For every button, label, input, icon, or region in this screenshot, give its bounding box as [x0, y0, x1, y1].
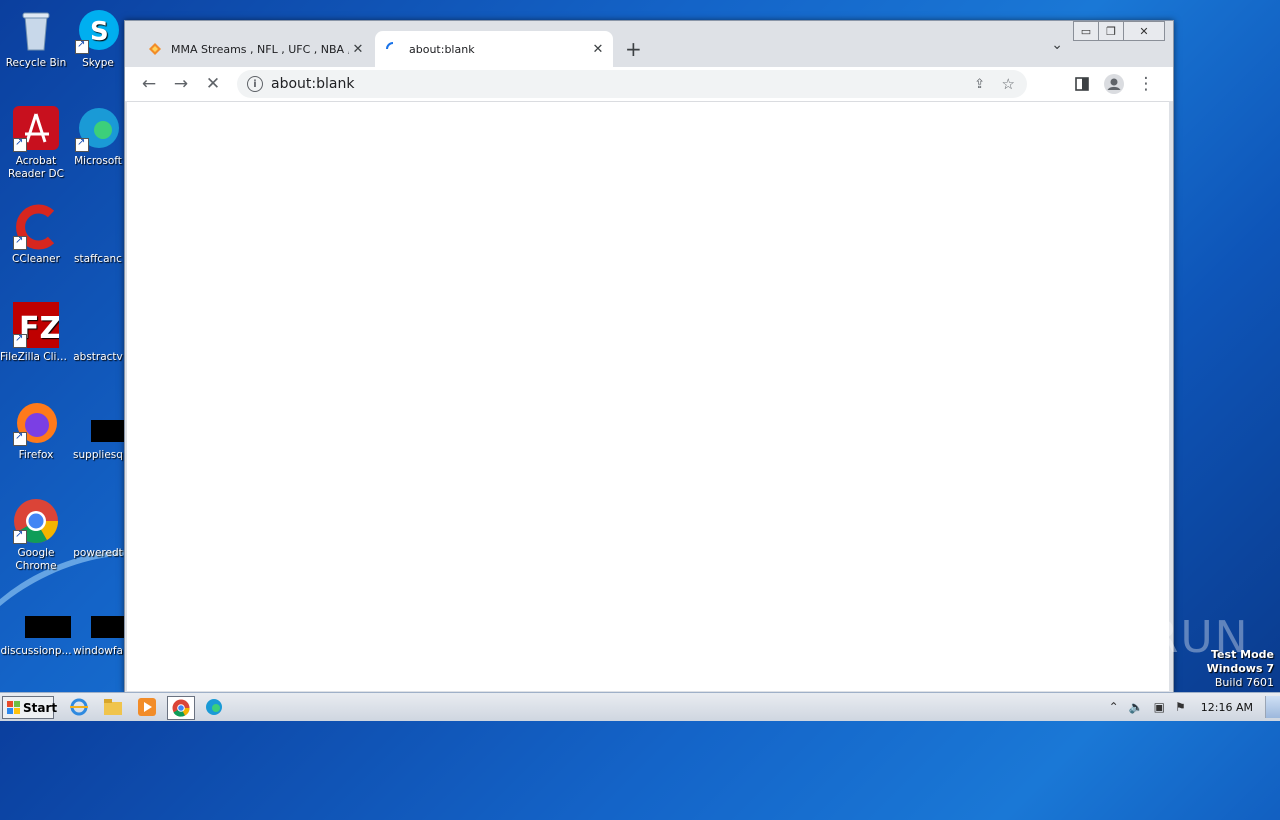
site-info-icon[interactable]: i — [247, 76, 263, 92]
filezilla-icon: FZ — [13, 302, 61, 348]
desktop-icon-label: CCleaner — [12, 253, 60, 265]
file-icon — [75, 302, 121, 348]
test-mode-notice: Test Mode Windows 7 Build 7601 — [1207, 648, 1274, 690]
tab-mma-streams[interactable]: MMA Streams , NFL , UFC , NBA , Bo ✕ — [137, 31, 373, 67]
taskbar: Start ⌃ 🔈 ▣ ⚑ 12:16 AM — [0, 692, 1280, 721]
desktop-icon-chrome[interactable]: Google Chrome — [0, 498, 72, 573]
tab-strip: MMA Streams , NFL , UFC , NBA , Bo ✕ abo… — [125, 31, 1173, 67]
file-icon — [75, 204, 121, 250]
shortcut-arrow-icon — [13, 136, 27, 152]
desktop-icon-label: abstractv — [73, 351, 123, 363]
loading-spinner-icon — [385, 41, 401, 57]
desktop-icon-skype[interactable]: S Skype — [72, 8, 124, 70]
address-text: about:blank — [271, 76, 355, 92]
shortcut-arrow-icon — [13, 234, 27, 250]
chrome-icon — [13, 498, 59, 544]
tab-title: about:blank — [409, 42, 475, 56]
tab-about-blank[interactable]: about:blank ✕ — [375, 31, 613, 67]
desktop-icon-label: Google Chrome — [15, 547, 57, 572]
desktop-icon-file[interactable]: windowfa — [72, 596, 127, 658]
page-content — [127, 101, 1169, 691]
start-label: Start — [23, 700, 58, 715]
shortcut-arrow-icon — [75, 38, 89, 54]
test-mode-line: Build 7601 — [1214, 676, 1274, 689]
show-hidden-icons-icon[interactable]: ⌃ — [1109, 700, 1119, 714]
skype-icon: S — [75, 8, 121, 54]
back-arrow-icon[interactable]: ← — [138, 73, 160, 95]
tab-title: MMA Streams , NFL , UFC , NBA , Bo — [171, 42, 349, 56]
desktop-icon-file[interactable]: suppliesq — [72, 400, 127, 462]
firefox-icon — [13, 400, 59, 446]
desktop-icon-label: Skype — [82, 57, 114, 69]
desktop-icon-file[interactable]: discussionp... — [0, 596, 72, 658]
windows-logo-icon — [7, 701, 20, 714]
tab-close-icon[interactable]: ✕ — [349, 42, 367, 57]
taskbar-ie-icon[interactable] — [66, 696, 92, 718]
desktop-icon-label: suppliesq — [73, 449, 123, 461]
desktop-icon-label: Acrobat Reader DC — [8, 155, 64, 180]
clock[interactable]: 12:16 AM — [1201, 701, 1253, 714]
share-icon[interactable]: ⇪ — [974, 77, 985, 92]
desktop-icon-label: Microsoft — [74, 155, 122, 167]
shortcut-arrow-icon — [75, 136, 89, 152]
desktop-icon-file[interactable]: staffcanc — [72, 204, 124, 266]
chrome-window: ▭ ❐ ✕ MMA Streams , NFL , UFC , NBA , Bo… — [124, 20, 1174, 693]
test-mode-line: Test Mode — [1211, 648, 1274, 661]
tab-close-icon[interactable]: ✕ — [589, 42, 607, 57]
show-desktop-button[interactable] — [1265, 696, 1280, 718]
desktop-icon-recycle-bin[interactable]: Recycle Bin — [0, 8, 72, 70]
file-icon — [75, 596, 127, 642]
site-favicon-icon — [147, 41, 163, 57]
desktop-icon-label: staffcanc — [74, 253, 122, 265]
file-icon — [13, 596, 71, 642]
desktop-icon-firefox[interactable]: Firefox — [0, 400, 72, 462]
edge-icon — [75, 106, 121, 152]
shortcut-arrow-icon — [13, 332, 27, 348]
desktop-icon-acrobat[interactable]: Acrobat Reader DC — [0, 106, 72, 181]
file-icon — [75, 400, 127, 446]
start-button[interactable]: Start — [2, 696, 58, 719]
desktop-icon-label: poweredt — [73, 547, 123, 559]
browser-toolbar: ← → ✕ i about:blank ☆ ⇪ ⋮ — [125, 67, 1173, 101]
side-panel-icon[interactable] — [1071, 73, 1093, 95]
desktop-icon-label: discussionp... — [0, 645, 72, 657]
desktop-icon-filezilla[interactable]: FZ FileZilla Client — [0, 302, 72, 364]
taskbar-chrome-icon[interactable] — [167, 696, 195, 720]
new-tab-plus-icon[interactable]: + — [625, 37, 642, 61]
desktop-icon-edge[interactable]: Microsoft — [72, 106, 124, 168]
taskbar-explorer-icon[interactable] — [100, 696, 126, 718]
volume-icon[interactable]: 🔈 — [1129, 700, 1144, 714]
desktop-icon-file[interactable]: abstractv — [72, 302, 124, 364]
bookmark-star-icon[interactable]: ☆ — [1002, 75, 1015, 93]
desktop-icon-file[interactable]: poweredt — [72, 498, 124, 560]
acrobat-icon — [13, 106, 59, 152]
chrome-menu-icon[interactable]: ⋮ — [1135, 73, 1157, 95]
shortcut-arrow-icon — [13, 430, 27, 446]
desktop-icon-label: FileZilla Client — [0, 351, 72, 363]
recycle-bin-icon — [13, 8, 59, 54]
action-center-flag-icon[interactable]: ⚑ — [1175, 700, 1186, 714]
desktop-icon-label: Firefox — [18, 449, 54, 461]
file-icon — [75, 498, 121, 544]
tab-search-chevron-icon[interactable]: ⌄ — [1051, 37, 1063, 53]
address-bar[interactable]: i about:blank ☆ ⇪ — [237, 70, 1027, 98]
taskbar-edge-icon[interactable] — [201, 696, 227, 718]
test-mode-line: Windows 7 — [1206, 662, 1274, 675]
forward-arrow-icon[interactable]: → — [170, 73, 192, 95]
profile-avatar-icon[interactable] — [1103, 73, 1125, 95]
network-icon[interactable]: ▣ — [1154, 700, 1165, 714]
ccleaner-icon — [13, 204, 59, 250]
stop-loading-icon[interactable]: ✕ — [202, 73, 224, 95]
taskbar-media-player-icon[interactable] — [134, 696, 160, 718]
svg-text:S: S — [90, 17, 109, 47]
desktop-icon-label: Recycle Bin — [5, 57, 67, 69]
shortcut-arrow-icon — [13, 528, 27, 544]
system-tray: ⌃ 🔈 ▣ ⚑ 12:16 AM — [1104, 693, 1280, 721]
desktop-icon-ccleaner[interactable]: CCleaner — [0, 204, 72, 266]
desktop-icon-label: windowfa — [73, 645, 123, 657]
